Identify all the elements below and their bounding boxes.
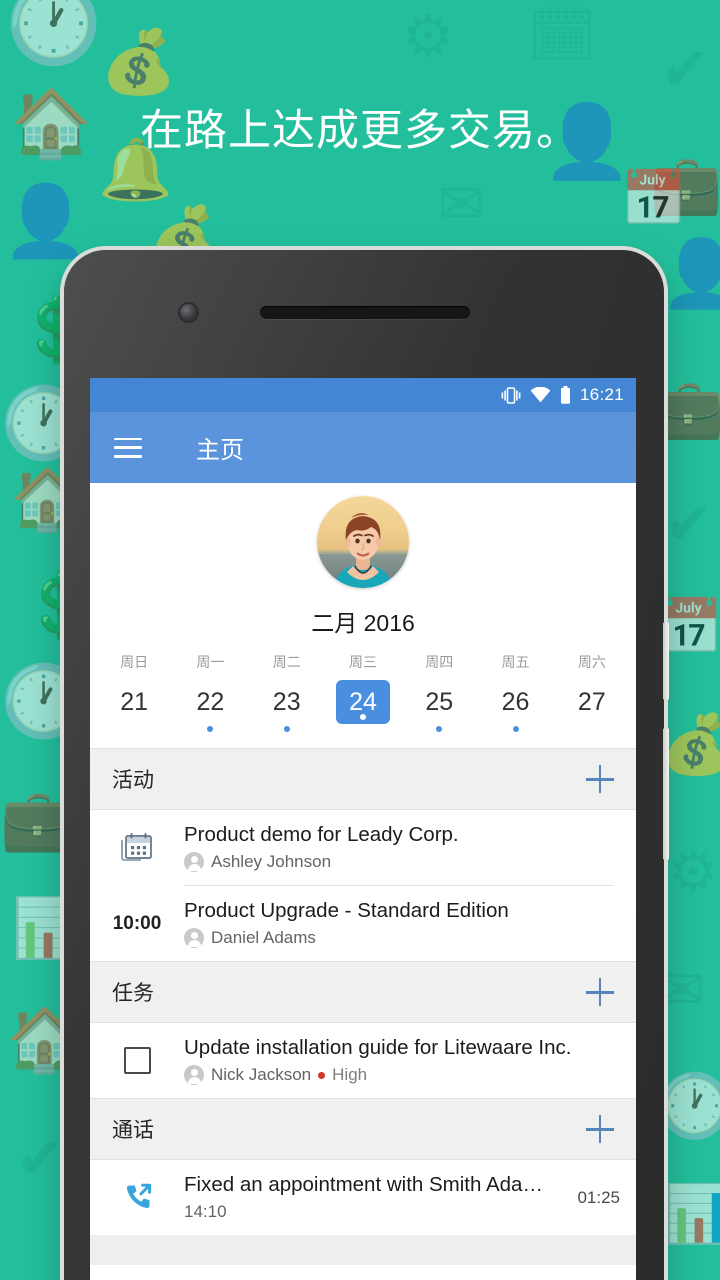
watermark-gear-icon: ⚙ [668, 840, 719, 903]
volume-button[interactable] [663, 622, 669, 700]
day-number: 21 [120, 687, 149, 716]
day-number: 24 [349, 687, 377, 716]
app-bar-title: 主页 [196, 437, 244, 464]
watermark-check-icon: ✔ [16, 1126, 65, 1191]
priority-dot [318, 1071, 326, 1079]
section-title: 活动 [112, 769, 154, 792]
call-title: Fixed an appointment with Smith Ada… [184, 1173, 543, 1196]
watermark-person-icon: 👤 [2, 182, 90, 260]
day-cell-23[interactable]: 周二 23 [249, 652, 325, 732]
event-dot [359, 714, 366, 720]
day-of-week-label: 周五 [501, 654, 530, 670]
day-number: 22 [196, 687, 225, 716]
watermark-chart-icon: 📊 [664, 1182, 720, 1245]
watermark-gear-icon: ⚙ [402, 4, 454, 69]
watermark-clock-icon: 🕐 [656, 1072, 720, 1141]
avatar[interactable] [317, 496, 409, 588]
watermark-mail-icon: ✉ [438, 172, 485, 235]
watermark-mail-icon: ✉ [658, 958, 705, 1021]
event-dot [207, 726, 214, 732]
watermark-moneybag-icon: 💰 [100, 28, 178, 97]
task-title: Update installation guide for Litewaare … [184, 1036, 572, 1059]
hamburger-menu-icon[interactable] [114, 437, 142, 458]
event-dot [436, 726, 443, 732]
day-cell-22[interactable]: 周一 22 [172, 652, 248, 732]
day-cell-27[interactable]: 周六 27 [554, 652, 630, 732]
wifi-icon [530, 387, 551, 403]
avatar-photo [317, 496, 409, 588]
day-number: 27 [577, 687, 606, 716]
activity-title: Product demo for Leady Corp. [184, 823, 459, 846]
power-button[interactable] [663, 728, 669, 860]
activity-person: Daniel Adams [211, 928, 316, 947]
watermark-check-icon: ✔ [664, 492, 713, 557]
page-title: 在路上达成更多交易。 [140, 107, 580, 155]
activity-row[interactable]: 10:00 Product Upgrade - Standard Edition… [90, 886, 636, 961]
person-icon [184, 1065, 204, 1085]
status-clock: 16:21 [579, 385, 624, 404]
day-cell-21[interactable]: 周日 21 [96, 652, 172, 732]
phone-mockup: 16:21 主页 二月 2016 周日 21 周一 22 周二 23 周三 24… [64, 250, 669, 1280]
watermark-moneybag-icon: 💰 [660, 712, 720, 777]
day-number: 23 [272, 687, 301, 716]
day-of-week-label: 周四 [425, 654, 454, 670]
section-header-tasks: 任务 [90, 961, 636, 1023]
day-number: 26 [501, 687, 530, 716]
activity-time: 10:00 [112, 912, 162, 934]
day-of-week-label: 周三 [348, 654, 377, 670]
call-time: 14:10 [184, 1202, 227, 1221]
watermark-calendar-icon: 🗓 [528, 5, 597, 65]
day-cell-26[interactable]: 周五 26 [477, 652, 553, 732]
promo-banner: 🕐 💰 ⚙ 🗓 ✔ 🏠 🔔 ✉ 👤 👤 💼 📅 💲 💰 🕐 🏠 💲 🕐 💼 📊 … [0, 0, 720, 1280]
outgoing-call-icon [126, 1183, 152, 1208]
month-year-label: 二月 2016 [311, 610, 415, 636]
call-duration: 01:25 [577, 1187, 620, 1207]
person-icon [184, 852, 204, 872]
call-row[interactable]: Fixed an appointment with Smith Ada… 14:… [90, 1160, 636, 1235]
day-of-week-label: 周二 [272, 654, 301, 670]
watermark-calendar-icon: 📅 [620, 169, 688, 229]
phone-screen: 16:21 主页 二月 2016 周日 21 周一 22 周二 23 周三 24… [90, 378, 636, 1280]
calendar-header: 二月 2016 周日 21 周一 22 周二 23 周三 24 周四 25 周五… [90, 483, 636, 748]
watermark-clock-icon: 🕐 [5, 0, 103, 67]
day-of-week-label: 周一 [196, 654, 225, 670]
task-priority: High [332, 1065, 368, 1084]
add-call-button[interactable] [586, 1115, 614, 1143]
app-bar: 主页 [90, 412, 636, 483]
person-icon [184, 928, 204, 948]
add-task-button[interactable] [586, 978, 614, 1006]
day-cell-25[interactable]: 周四 25 [401, 652, 477, 732]
add-activity-button[interactable] [586, 765, 614, 793]
status-bar: 16:21 [90, 378, 636, 412]
day-number: 25 [425, 687, 454, 716]
day-cell-24-selected[interactable]: 周三 24 [325, 652, 401, 732]
watermark-person-icon: 👤 [660, 236, 720, 310]
section-header-activities: 活动 [90, 748, 636, 810]
week-strip: 周日 21 周一 22 周二 23 周三 24 周四 25 周五 26 周六 2… [90, 652, 636, 748]
calendar-icon [121, 832, 152, 861]
checkbox-unchecked-icon[interactable] [123, 1047, 151, 1074]
watermark-check-icon: ✔ [660, 36, 711, 103]
activity-person: Ashley Johnson [211, 852, 332, 871]
activity-row[interactable]: Product demo for Leady Corp. Ashley John… [90, 810, 636, 885]
section-title: 通话 [112, 1119, 154, 1142]
task-person: Nick Jackson [211, 1065, 312, 1084]
event-dot [283, 726, 290, 732]
event-dot [512, 726, 519, 732]
watermark-briefcase-icon: 💼 [650, 152, 720, 217]
list-footer [90, 1235, 636, 1265]
section-title: 任务 [112, 982, 154, 1005]
day-of-week-label: 周日 [120, 654, 149, 670]
activity-title: Product Upgrade - Standard Edition [184, 899, 509, 922]
front-camera-icon [180, 304, 197, 321]
battery-icon [560, 386, 570, 404]
earpiece-speaker [260, 306, 470, 319]
task-row[interactable]: Update installation guide for Litewaare … [90, 1023, 636, 1098]
section-header-calls: 通话 [90, 1098, 636, 1160]
day-of-week-label: 周六 [577, 654, 606, 670]
vibrate-icon [501, 386, 521, 404]
